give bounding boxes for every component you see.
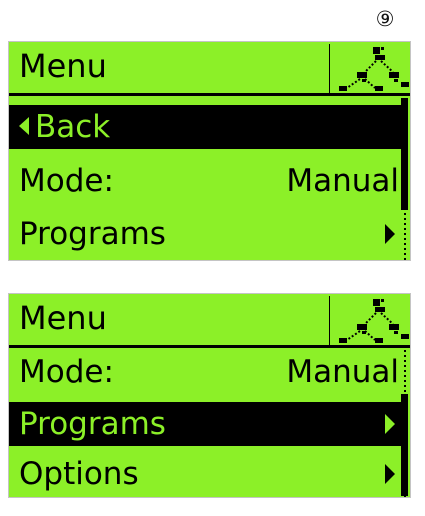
network-tree-icon <box>329 44 409 94</box>
menu-item-programs[interactable]: Programs <box>9 402 401 446</box>
menu-item-label: Mode: <box>19 163 114 199</box>
scrollbar-thumb[interactable] <box>401 98 408 210</box>
submenu-arrow-icon <box>385 224 395 244</box>
submenu-arrow-icon <box>385 464 395 484</box>
menu-item-mode[interactable]: Mode: Manual <box>9 350 401 394</box>
menu-item-label: Back <box>35 109 111 145</box>
lcd-screen-1: Menu Back Mode: Manual Programs <box>8 41 411 261</box>
mode-value: Manual <box>286 163 399 199</box>
lcd-screen-2: Menu Mode: Manual Programs Options <box>8 293 411 498</box>
lcd-header: Menu <box>9 294 410 348</box>
lcd-header: Menu <box>9 42 410 96</box>
network-tree-icon <box>329 296 409 346</box>
scrollbar-thumb[interactable] <box>401 394 408 496</box>
menu-item-label: Programs <box>19 216 166 252</box>
menu-item-programs[interactable]: Programs <box>9 212 401 256</box>
menu-item-label: Mode: <box>19 354 114 390</box>
menu-item-options[interactable]: Options <box>9 452 401 496</box>
menu-item-label: Options <box>19 456 139 492</box>
submenu-arrow-icon <box>385 414 395 434</box>
menu-title: Menu <box>19 47 107 85</box>
step-number-callout: ⑨ <box>375 7 395 31</box>
back-arrow-icon <box>19 117 29 135</box>
menu-item-mode[interactable]: Mode: Manual <box>9 159 401 203</box>
menu-item-back[interactable]: Back <box>9 105 401 149</box>
mode-value: Manual <box>286 354 399 390</box>
menu-title: Menu <box>19 299 107 337</box>
menu-item-label: Programs <box>19 406 166 442</box>
